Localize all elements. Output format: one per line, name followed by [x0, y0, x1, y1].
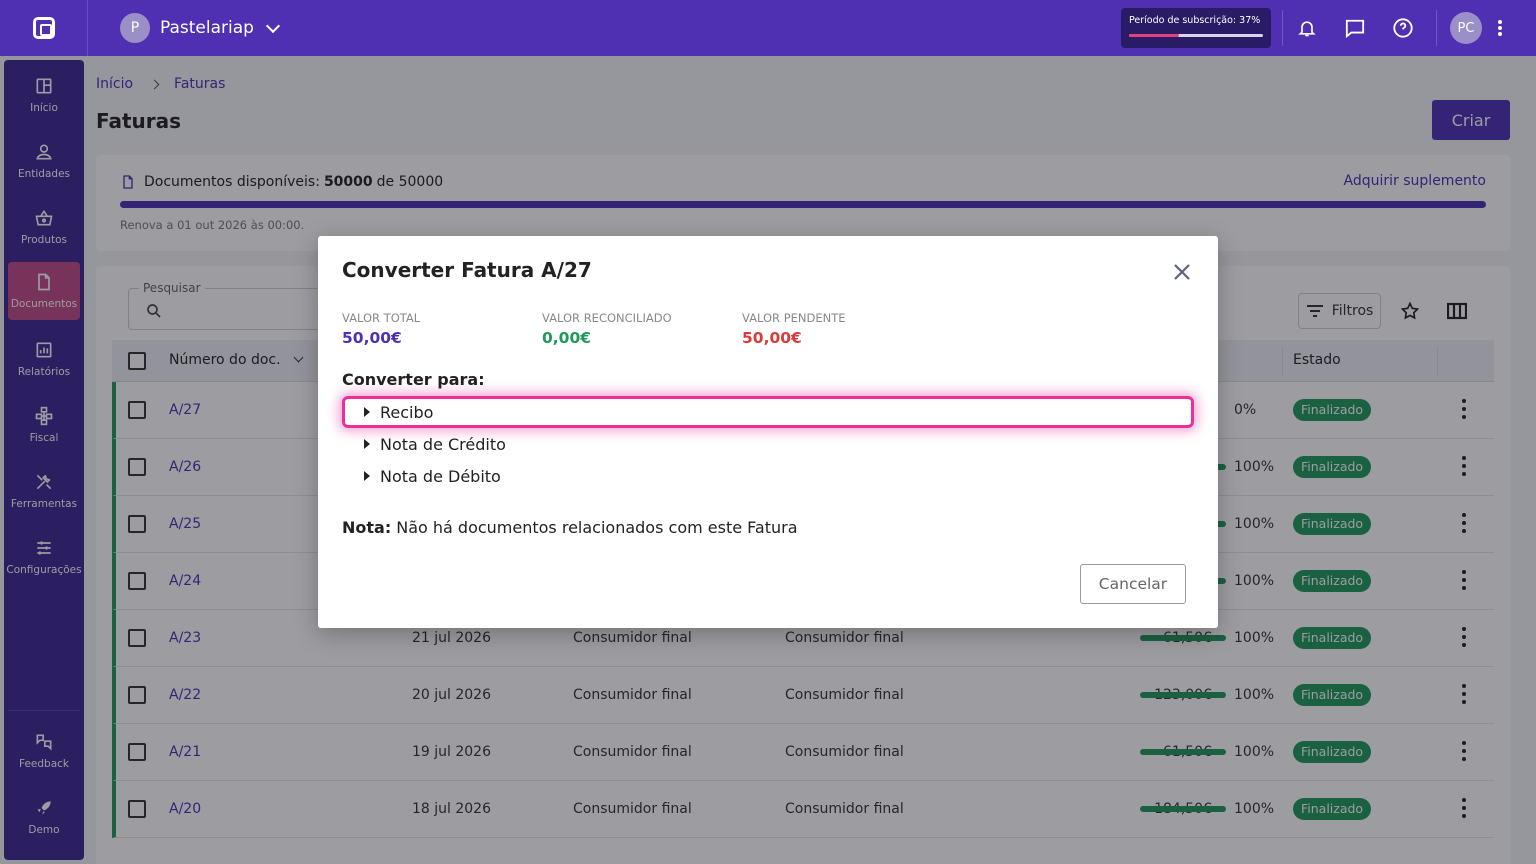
org-avatar: P: [120, 13, 150, 43]
cancel-button[interactable]: Cancelar: [1080, 564, 1186, 604]
caret-right-icon: [364, 407, 370, 417]
subscription-progress-fill: [1129, 34, 1179, 37]
bell-icon[interactable]: [1293, 14, 1321, 42]
convert-option-label: Nota de Crédito: [380, 434, 506, 454]
convert-to-heading: Converter para:: [342, 370, 485, 389]
related-documents-note: Nota: Não há documentos relacionados com …: [342, 518, 798, 537]
total-value-amount: 50,00€: [342, 329, 402, 347]
amounts-summary: VALOR TOTAL 50,00€ VALOR RECONCILIADO 0,…: [342, 311, 942, 347]
top-bar: P Pastelariap Período de subscrição: 37%…: [0, 0, 1536, 56]
user-avatar[interactable]: PC: [1450, 12, 1482, 44]
reconciled-value-label: VALOR RECONCILIADO: [542, 311, 672, 325]
note-label: Nota:: [342, 518, 392, 537]
total-value: VALOR TOTAL 50,00€: [342, 311, 542, 347]
convert-option-label: Nota de Débito: [380, 466, 501, 486]
org-name: Pastelariap: [160, 18, 254, 38]
note-text: Não há documentos relacionados com este …: [396, 518, 798, 537]
dialog-title: Converter Fatura A/27: [342, 258, 592, 282]
subscription-period[interactable]: Período de subscrição: 37%: [1121, 8, 1271, 48]
reconciled-value: VALOR RECONCILIADO 0,00€: [542, 311, 742, 347]
convert-option-recibo[interactable]: Recibo: [342, 396, 1194, 428]
pending-value-label: VALOR PENDENTE: [742, 311, 846, 325]
close-icon[interactable]: [1172, 262, 1192, 282]
caret-right-icon: [364, 439, 370, 449]
pending-value-amount: 50,00€: [742, 329, 802, 347]
chevron-down-icon: [265, 18, 281, 33]
convert-option-nota-debito[interactable]: Nota de Débito: [342, 460, 1194, 492]
logo-icon: [32, 17, 55, 39]
more-vertical-icon[interactable]: [1486, 14, 1514, 42]
app-logo[interactable]: [0, 0, 88, 56]
caret-right-icon: [364, 471, 370, 481]
convert-invoice-dialog: Converter Fatura A/27 VALOR TOTAL 50,00€…: [318, 236, 1218, 628]
total-value-label: VALOR TOTAL: [342, 311, 421, 325]
org-switcher[interactable]: P Pastelariap: [120, 13, 281, 43]
divider: [1282, 10, 1283, 46]
subscription-label: Período de subscrição: 37%: [1129, 15, 1261, 26]
pending-value: VALOR PENDENTE 50,00€: [742, 311, 942, 347]
divider: [1436, 10, 1437, 46]
subscription-progress-bar: [1129, 34, 1263, 37]
reconciled-value-amount: 0,00€: [542, 329, 592, 347]
chat-icon[interactable]: [1341, 14, 1369, 42]
help-icon[interactable]: [1389, 14, 1417, 42]
convert-option-nota-credito[interactable]: Nota de Crédito: [342, 428, 1194, 460]
convert-option-label: Recibo: [380, 402, 434, 422]
